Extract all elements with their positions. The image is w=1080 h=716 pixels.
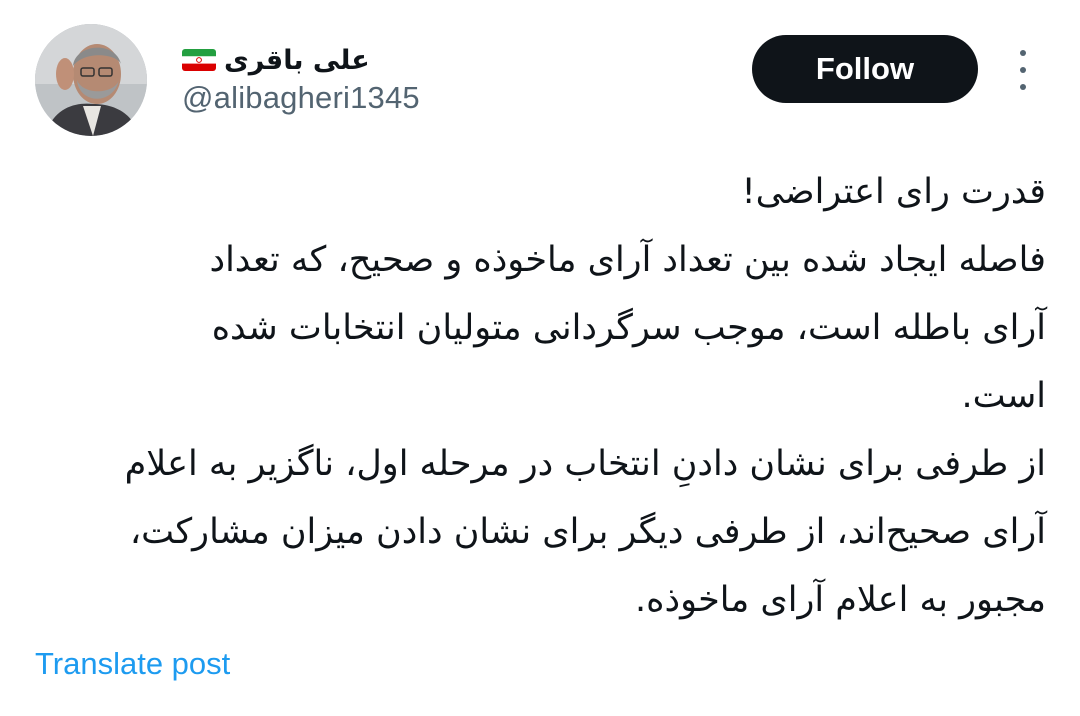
tweet-line: قدرت رای اعتراضی!: [741, 172, 1046, 212]
profile-photo-icon: [35, 24, 147, 136]
tweet-line: فاصله ایجاد شده بین تعداد آرای ماخوذه و …: [209, 240, 1046, 280]
tweet-body: قدرت رای اعتراضی! فاصله ایجاد شده بین تع…: [30, 158, 1046, 634]
tweet-line: آرای صحیح‌اند، از طرفی دیگر برای نشان دا…: [129, 512, 1046, 552]
avatar[interactable]: [35, 24, 147, 136]
more-vertical-icon[interactable]: [1008, 50, 1038, 90]
follow-button[interactable]: Follow: [752, 35, 978, 103]
translate-post-link[interactable]: Translate post: [35, 646, 230, 682]
tweet-line: از طرفی برای نشان دادنِ انتخاب در مرحله …: [124, 444, 1046, 484]
tweet-line: آرای باطله است، موجب سرگردانی متولیان ان…: [211, 308, 1046, 348]
tweet-line: مجبور به اعلام آرای ماخوذه.: [635, 580, 1046, 620]
tweet-card: علی باقری @alibagheri1345 Follow قدرت را…: [0, 0, 1080, 716]
user-handle[interactable]: @alibagheri1345: [182, 80, 420, 116]
display-name[interactable]: علی باقری: [224, 47, 370, 74]
tweet-line: است.: [961, 376, 1046, 416]
iran-flag-icon: [182, 49, 216, 71]
author-name-row[interactable]: علی باقری: [182, 40, 370, 80]
